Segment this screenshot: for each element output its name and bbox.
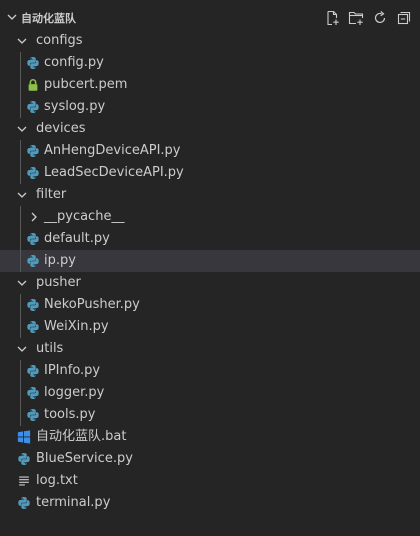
file-nekopusher-py[interactable]: NekoPusher.py [0, 294, 420, 316]
tree-item-label: BlueService.py [36, 451, 133, 466]
file-syslog-py[interactable]: syslog.py [0, 96, 420, 118]
chevron-down-icon[interactable] [14, 33, 30, 49]
chevron-down-icon[interactable] [14, 341, 30, 357]
indent-guide [20, 316, 21, 338]
indent-guide [20, 52, 21, 74]
indent-guide [20, 74, 21, 96]
indent-guide [20, 250, 21, 272]
refresh-icon [374, 11, 386, 24]
refresh-button[interactable] [370, 8, 390, 28]
indent-guide [20, 404, 21, 426]
chevron-down-icon[interactable] [14, 275, 30, 291]
file-tools-py[interactable]: tools.py [0, 404, 420, 426]
file-ipinfo-py[interactable]: IPInfo.py [0, 360, 420, 382]
file-default-py[interactable]: default.py [0, 228, 420, 250]
tree-item-label: WeiXin.py [44, 319, 109, 334]
tree-item-label: syslog.py [44, 99, 106, 114]
tree-item-label: AnHengDeviceAPI.py [44, 143, 181, 158]
tree-item-label: default.py [44, 231, 110, 246]
tree-item-label: 自动化蓝队.bat [36, 429, 127, 444]
file-leadsecdeviceapi-py[interactable]: LeadSecDeviceAPI.py [0, 162, 420, 184]
tree-item-label: filter [36, 187, 67, 202]
explorer-header[interactable]: 自动化蓝队 [0, 7, 420, 29]
folder-filter[interactable]: filter [0, 184, 420, 206]
python-icon [27, 145, 39, 157]
workspace-title: 自动化蓝队 [21, 12, 76, 25]
python-icon [27, 101, 39, 113]
indent-guide [20, 96, 21, 118]
explorer-actions [322, 8, 414, 28]
indent-guide [20, 228, 21, 250]
indent-guide [20, 294, 21, 316]
file-terminal-py[interactable]: terminal.py [0, 492, 420, 514]
windows-icon [17, 430, 31, 444]
tree-item-label: configs [36, 33, 83, 48]
file-explorer: 自动化蓝队 configs config.py pubcert.pem sysl… [0, 0, 420, 536]
folder-pusher[interactable]: pusher [0, 272, 420, 294]
indent-guide [20, 140, 21, 162]
file-tree: configs config.py pubcert.pem syslog.py devi… [0, 30, 420, 514]
python-icon [27, 57, 39, 69]
new-file-button[interactable] [322, 8, 342, 28]
chevron-down-icon[interactable] [14, 121, 30, 137]
new-file-icon [327, 10, 339, 26]
chevron-right-icon[interactable] [26, 209, 42, 225]
folder-devices[interactable]: devices [0, 118, 420, 140]
folder-utils[interactable]: utils [0, 338, 420, 360]
indent-guide [20, 382, 21, 404]
chevron-down-icon[interactable] [14, 187, 30, 203]
python-icon [27, 321, 39, 333]
tree-item-label: ip.py [44, 253, 76, 268]
tree-item-label: IPInfo.py [44, 363, 101, 378]
tree-item-label: NekoPusher.py [44, 297, 140, 312]
file-blueservice-py[interactable]: BlueService.py [0, 448, 420, 470]
indent-guide [20, 206, 21, 228]
tree-item-label: pusher [36, 275, 81, 290]
python-icon [27, 167, 39, 179]
file-ip-py[interactable]: ip.py [0, 250, 420, 272]
python-icon [27, 365, 39, 377]
python-icon [27, 233, 39, 245]
tree-item-label: terminal.py [36, 495, 111, 510]
indent-guide [20, 162, 21, 184]
tree-item-label: tools.py [44, 407, 96, 422]
new-folder-icon [348, 11, 364, 25]
file-log-txt[interactable]: log.txt [0, 470, 420, 492]
file-pubcert-pem[interactable]: pubcert.pem [0, 74, 420, 96]
file-anhengdeviceapi-py[interactable]: AnHengDeviceAPI.py [0, 140, 420, 162]
tree-item-label: logger.py [44, 385, 105, 400]
chevron-down-icon[interactable] [4, 9, 20, 25]
tree-item-label: LeadSecDeviceAPI.py [44, 165, 184, 180]
tree-item-label: utils [36, 341, 64, 356]
tree-item-label: config.py [44, 55, 104, 70]
python-icon [27, 255, 39, 267]
file-bat[interactable]: 自动化蓝队.bat [0, 426, 420, 448]
file-logger-py[interactable]: logger.py [0, 382, 420, 404]
python-icon [27, 387, 39, 399]
tree-item-label: __pycache__ [44, 209, 125, 224]
python-icon [27, 409, 39, 421]
folder-configs[interactable]: configs [0, 30, 420, 52]
file-weixin-py[interactable]: WeiXin.py [0, 316, 420, 338]
file-config-py[interactable]: config.py [0, 52, 420, 74]
new-folder-button[interactable] [346, 8, 366, 28]
python-icon [18, 453, 30, 465]
tree-item-label: log.txt [36, 473, 78, 488]
collapse-all-button[interactable] [394, 8, 414, 28]
python-icon [18, 497, 30, 509]
text-file-icon [19, 476, 29, 486]
folder-pycache[interactable]: __pycache__ [0, 206, 420, 228]
tree-item-label: devices [36, 121, 86, 136]
tree-item-label: pubcert.pem [44, 77, 128, 92]
lock-icon [28, 79, 38, 91]
indent-guide [20, 360, 21, 382]
collapse-all-icon [397, 11, 411, 25]
python-icon [27, 299, 39, 311]
